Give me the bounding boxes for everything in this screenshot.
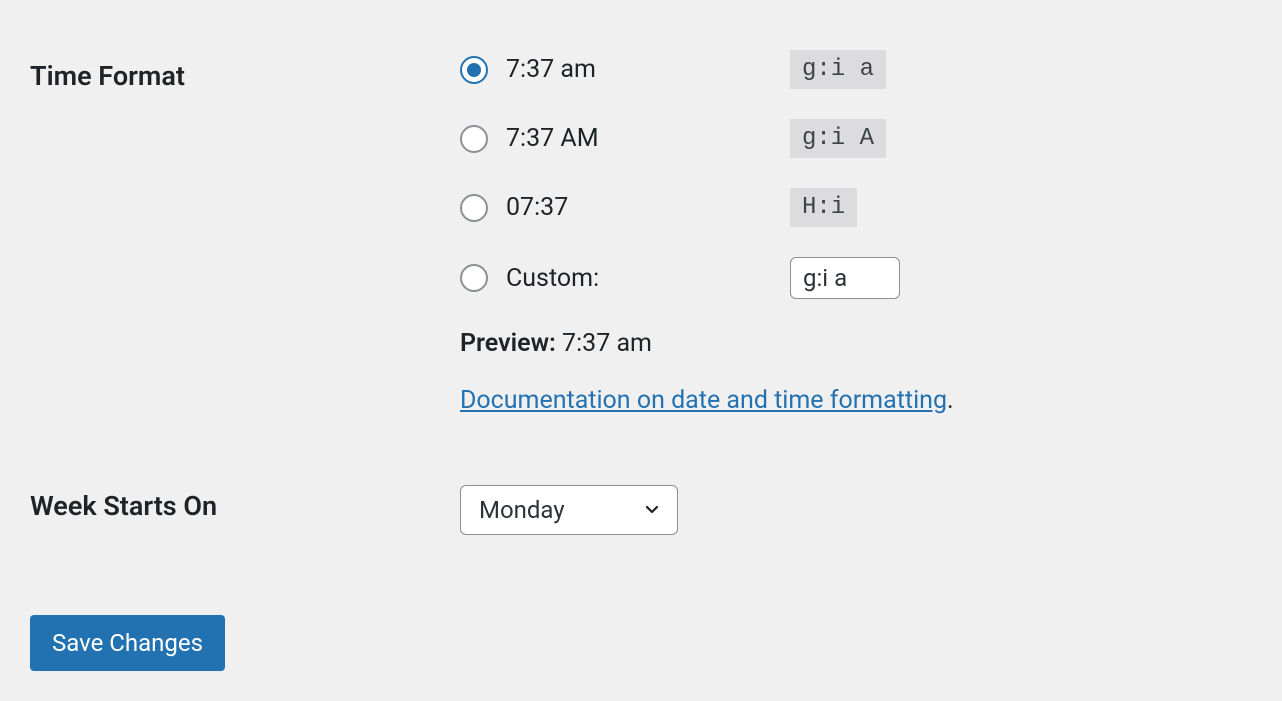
week-starts-select-wrapper: Monday	[460, 485, 678, 535]
time-format-row: Time Format 7:37 am g:i a 7:37 AM g:i A	[30, 30, 1252, 435]
time-format-option-custom: Custom:	[460, 257, 1242, 299]
week-starts-label: Week Starts On	[30, 490, 217, 522]
doc-link-suffix: .	[947, 386, 954, 415]
time-format-radio-2[interactable]	[460, 194, 488, 222]
time-format-option-0: 7:37 am g:i a	[460, 50, 1242, 89]
time-format-label: Time Format	[30, 60, 185, 92]
week-starts-row: Week Starts On Monday	[30, 435, 1252, 555]
time-format-custom-label: Custom:	[506, 264, 599, 293]
submit-row: Save Changes	[30, 615, 1252, 671]
week-starts-select[interactable]: Monday	[460, 485, 678, 535]
doc-link-row: Documentation on date and time formattin…	[460, 386, 1242, 415]
time-format-code-0: g:i a	[790, 50, 886, 89]
preview-label: Preview:	[460, 329, 556, 358]
time-format-preview: Preview: 7:37 am	[460, 329, 1242, 358]
time-format-custom-input[interactable]	[790, 257, 900, 299]
save-changes-button[interactable]: Save Changes	[30, 615, 225, 671]
settings-form-table: Time Format 7:37 am g:i a 7:37 AM g:i A	[30, 30, 1252, 555]
time-format-display-2: 07:37	[506, 193, 568, 222]
time-format-radio-1[interactable]	[460, 125, 488, 153]
time-format-code-1: g:i A	[790, 119, 886, 158]
time-format-display-0: 7:37 am	[506, 55, 596, 84]
doc-link[interactable]: Documentation on date and time formattin…	[460, 386, 947, 415]
time-format-option-2: 07:37 H:i	[460, 188, 1242, 227]
time-format-code-2: H:i	[790, 188, 857, 227]
preview-value: 7:37 am	[562, 329, 652, 358]
time-format-radio-custom[interactable]	[460, 264, 488, 292]
time-format-display-1: 7:37 AM	[506, 124, 599, 153]
time-format-radio-0[interactable]	[460, 56, 488, 84]
time-format-option-1: 7:37 AM g:i A	[460, 119, 1242, 158]
